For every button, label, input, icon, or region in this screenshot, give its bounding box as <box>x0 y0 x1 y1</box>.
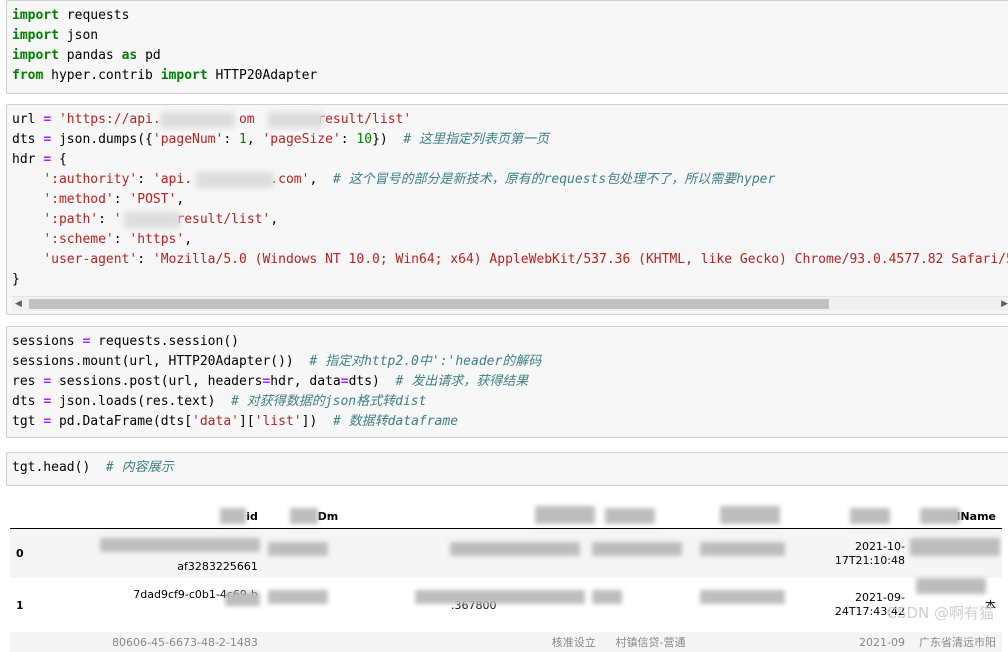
redaction-blur <box>290 508 318 524</box>
cell-date: 2021-09 <box>780 632 911 652</box>
row-index: 0 <box>10 528 90 578</box>
redaction-blur <box>160 112 235 128</box>
cell-id: 80606-45-6673-48-2-1483 <box>89 632 264 652</box>
cell-date: 2021-10-17T21:10:48 <box>780 528 911 578</box>
watermark: CSDN @啊有猫 <box>886 604 994 622</box>
redaction-blur <box>920 508 960 524</box>
redaction-blur <box>268 542 328 556</box>
cell-last: 广东省清远市阳 <box>910 632 1002 652</box>
code-cell-imports[interactable]: import requests import json import panda… <box>6 0 1008 94</box>
redaction-blur <box>450 542 580 556</box>
code-block: url = 'https://api. om result/list' dts … <box>12 112 1008 287</box>
redaction-blur <box>592 590 622 604</box>
redaction-blur <box>196 172 274 188</box>
cell-id: af3283225661 <box>89 528 264 578</box>
redaction-blur <box>910 538 1000 556</box>
code-block: sessions = requests.session() sessions.m… <box>12 334 542 429</box>
code-cell-headers[interactable]: url = 'https://api. om result/list' dts … <box>6 104 1008 315</box>
table-row: 1 7dad9cf9-c0b1-4c69-b .367800 2021-09-2… <box>10 578 1002 632</box>
scroll-left-icon[interactable]: ◀ <box>15 298 22 310</box>
code-block: import requests import json import panda… <box>12 8 318 83</box>
redaction-blur <box>220 508 246 524</box>
row-index: 1 <box>10 578 90 632</box>
redaction-blur <box>700 542 785 556</box>
redaction-blur <box>916 578 986 594</box>
cell-type: 村镇信贷-营通 <box>601 632 692 652</box>
redaction-blur <box>605 508 655 524</box>
code-block: tgt.head() # 内容展示 <box>12 460 174 475</box>
redaction-blur <box>720 506 780 524</box>
scrollbar-thumb[interactable] <box>29 299 829 309</box>
scroll-right-icon[interactable]: ▶ <box>1001 298 1008 310</box>
redaction-blur <box>535 506 595 524</box>
horizontal-scrollbar[interactable]: ◀ ▶ <box>12 296 1008 311</box>
dataframe-output: id Dm ullName 0 af3283225661 2021-10-17T… <box>10 504 1002 652</box>
redaction-blur <box>592 542 682 556</box>
redaction-blur <box>268 590 328 604</box>
redaction-blur <box>850 508 890 524</box>
redaction-blur <box>415 590 585 604</box>
code-cell-session[interactable]: sessions = requests.session() sessions.m… <box>6 326 1008 438</box>
redaction-blur <box>700 590 785 604</box>
cell-status: 核准设立 <box>502 632 602 652</box>
cell-value: .367800 <box>344 578 503 632</box>
table-row: 80606-45-6673-48-2-1483 核准设立 村镇信贷-营通 202… <box>10 632 1002 652</box>
redaction-blur <box>100 538 260 552</box>
code-cell-head[interactable]: tgt.head() # 内容展示 <box>6 452 1008 486</box>
redaction-blur <box>268 112 323 128</box>
redaction-blur <box>225 592 260 606</box>
redaction-blur <box>124 212 180 228</box>
